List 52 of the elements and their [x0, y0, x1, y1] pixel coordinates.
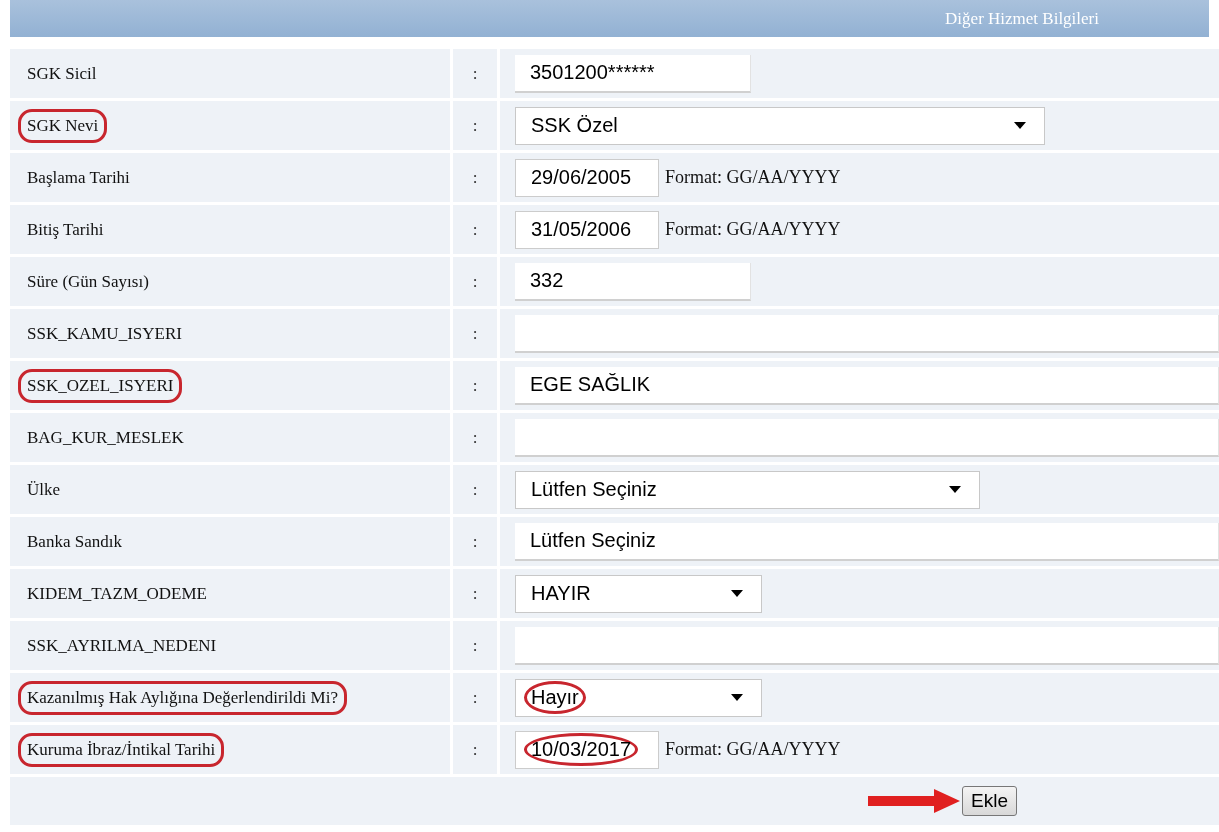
field-label: SSK_KAMU_ISYERI: [26, 322, 183, 345]
colon: :: [472, 687, 478, 708]
dropdown[interactable]: SSK Özel: [515, 106, 1045, 145]
caret-icon: [731, 694, 743, 701]
format-hint: Format: GG/AA/YYYY: [665, 739, 841, 760]
colon: :: [472, 531, 478, 552]
field-label: BAG_KUR_MESLEK: [26, 426, 185, 449]
field-label: Kazanılmış Hak Aylığına Değerlendirildi Mi?: [18, 680, 347, 715]
add-button[interactable]: Ekle: [962, 786, 1017, 816]
field-label: Ülke: [26, 478, 62, 501]
field-label: Kuruma İbraz/İntikal Tarihi: [18, 732, 225, 767]
colon: :: [472, 63, 478, 84]
colon: :: [472, 167, 478, 188]
field-label: SGK Nevi: [18, 108, 108, 143]
colon: :: [472, 479, 478, 500]
input-field[interactable]: 3501200******: [515, 54, 751, 93]
arrow-icon: [868, 789, 960, 813]
colon: :: [472, 583, 478, 604]
field-label: Banka Sandık: [26, 530, 123, 553]
field-label: SSK_OZEL_ISYERI: [18, 368, 183, 403]
field-label: Başlama Tarihi: [26, 166, 131, 189]
field-label: KIDEM_TAZM_ODEME: [26, 582, 208, 605]
caret-icon: [949, 486, 961, 493]
input-field[interactable]: EGE SAĞLIK: [515, 366, 1219, 405]
format-hint: Format: GG/AA/YYYY: [665, 219, 841, 240]
dropdown[interactable]: Hayır: [515, 678, 762, 717]
caret-icon: [1014, 122, 1026, 129]
input-field[interactable]: [515, 418, 1219, 457]
colon: :: [472, 635, 478, 656]
colon: :: [472, 219, 478, 240]
field-label: SSK_AYRILMA_NEDENI: [26, 634, 218, 657]
dropdown[interactable]: HAYIR: [515, 574, 762, 613]
field-label: Süre (Gün Sayısı): [26, 270, 150, 293]
field-label: SGK Sicil: [26, 62, 98, 85]
colon: :: [472, 739, 478, 760]
input-field[interactable]: 332: [515, 262, 751, 301]
colon: :: [472, 323, 478, 344]
input-field[interactable]: 29/06/2005: [515, 158, 659, 197]
dropdown[interactable]: Lütfen Seçiniz: [515, 470, 980, 509]
section-title: Diğer Hizmet Bilgileri: [945, 8, 1099, 29]
input-field[interactable]: Lütfen Seçiniz: [515, 522, 1219, 561]
input-field[interactable]: [515, 314, 1219, 353]
colon: :: [472, 427, 478, 448]
input-field[interactable]: [515, 626, 1219, 665]
caret-icon: [731, 590, 743, 597]
colon: :: [472, 375, 478, 396]
colon: :: [472, 271, 478, 292]
format-hint: Format: GG/AA/YYYY: [665, 167, 841, 188]
input-field[interactable]: 31/05/2006: [515, 210, 659, 249]
field-label: Bitiş Tarihi: [26, 218, 105, 241]
colon: :: [472, 115, 478, 136]
input-field[interactable]: 10/03/2017: [515, 730, 659, 769]
